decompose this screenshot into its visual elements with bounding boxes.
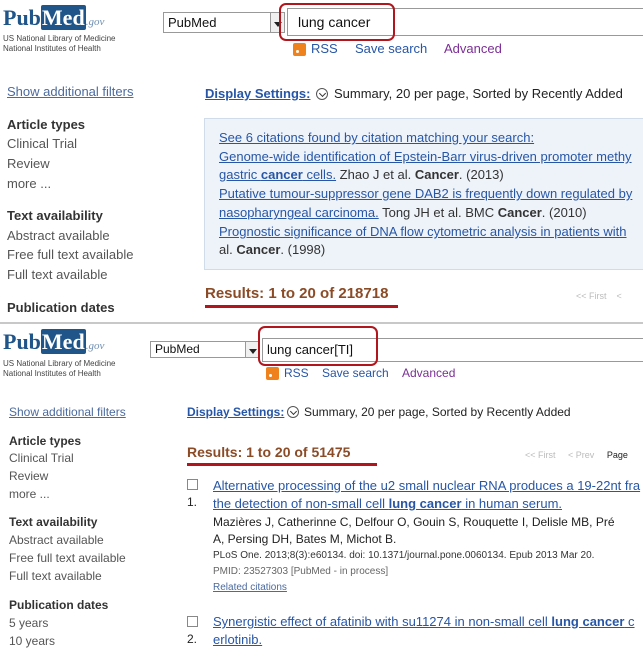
results-underline	[205, 305, 398, 308]
citation-3-title[interactable]: Prognostic significance of DNA flow cyto…	[219, 224, 627, 239]
pubmed-logo[interactable]: PubMed.gov	[3, 329, 104, 355]
result-1-title[interactable]: Alternative processing of the u2 small n…	[213, 478, 640, 493]
results-count: Results: 1 to 20 of 218718	[205, 285, 389, 302]
filter-more[interactable]: more ...	[9, 487, 50, 501]
result-number: 1.	[187, 495, 198, 509]
rss-icon[interactable]	[293, 43, 306, 56]
display-settings-summary: Summary, 20 per page, Sorted by Recently…	[334, 86, 623, 101]
chevron-down-icon	[245, 342, 259, 357]
publication-dates-heading: Publication dates	[9, 598, 109, 612]
filter-free-full-text[interactable]: Free full text available	[7, 247, 133, 262]
result-number: 2.	[187, 632, 198, 646]
result-1-related-citations[interactable]: Related citations	[213, 582, 287, 593]
advanced-link[interactable]: Advanced	[444, 41, 502, 56]
citation-matcher-header[interactable]: See 6 citations found by citation matchi…	[219, 130, 534, 145]
filter-clinical-trial[interactable]: Clinical Trial	[9, 451, 74, 465]
chevron-down-icon[interactable]	[316, 88, 328, 100]
save-search-link[interactable]: Save search	[355, 41, 427, 56]
nlm-caption: US National Library of Medicine National…	[3, 34, 116, 53]
search-highlight	[258, 326, 378, 366]
pager-first[interactable]: << First	[576, 291, 607, 301]
filter-review[interactable]: Review	[9, 469, 48, 483]
pager-first[interactable]: << First	[525, 450, 556, 460]
database-select[interactable]: PubMed	[150, 341, 260, 358]
text-availability-heading: Text availability	[9, 515, 98, 529]
citation-1-title[interactable]: Genome-wide identification of Epstein-Ba…	[219, 149, 632, 164]
citation-2-line2: nasopharyngeal carcinoma. Tong JH et al.…	[219, 205, 587, 220]
result-1-authors-line2: A, Persing DH, Bates M, Michot B.	[213, 532, 397, 546]
result-1-title-line2[interactable]: the detection of non-small cell lung can…	[213, 496, 562, 511]
citation-2-title[interactable]: Putative tumour-suppressor gene DAB2 is …	[219, 186, 632, 201]
rss-icon[interactable]	[266, 367, 279, 380]
database-select[interactable]: PubMed	[163, 12, 285, 33]
filter-free-full-text[interactable]: Free full text available	[9, 551, 126, 565]
display-settings-link[interactable]: Display Settings:	[187, 405, 284, 419]
bottom-screenshot: PubMed.gov US National Library of Medici…	[0, 324, 643, 656]
result-1-source: PLoS One. 2013;8(3):e60134. doi: 10.1371…	[213, 550, 595, 561]
filter-full-text[interactable]: Full text available	[9, 569, 102, 583]
save-search-link[interactable]: Save search	[322, 366, 389, 380]
display-settings-link[interactable]: Display Settings:	[205, 86, 310, 101]
advanced-link[interactable]: Advanced	[402, 366, 455, 380]
pager: << First < Prev Page	[525, 450, 628, 460]
article-types-heading: Article types	[9, 434, 82, 448]
filter-10-years[interactable]: 10 years	[9, 634, 55, 648]
results-count: Results: 1 to 20 of 51475	[187, 444, 351, 460]
filter-more[interactable]: more ...	[7, 176, 51, 191]
top-screenshot: PubMed.gov US National Library of Medici…	[0, 0, 643, 322]
result-1-pmid: PMID: 23527303 [PubMed - in process]	[213, 566, 389, 577]
show-additional-filters-link[interactable]: Show additional filters	[7, 84, 133, 99]
pager-prev[interactable]: < Prev	[568, 450, 594, 460]
search-highlight	[279, 3, 395, 41]
rss-link[interactable]: RSS	[284, 366, 309, 380]
results-underline	[187, 463, 377, 466]
filter-abstract-available[interactable]: Abstract available	[7, 228, 110, 243]
pager: << First <	[576, 291, 622, 301]
publication-dates-heading: Publication dates	[7, 300, 115, 315]
rss-link[interactable]: RSS	[311, 41, 338, 56]
filter-clinical-trial[interactable]: Clinical Trial	[7, 136, 77, 151]
filter-5-years[interactable]: 5 years	[9, 616, 48, 630]
filter-abstract-available[interactable]: Abstract available	[9, 533, 104, 547]
nlm-caption: US National Library of Medicine National…	[3, 359, 116, 378]
pager-page-label: Page	[606, 450, 628, 460]
result-2-title-line2[interactable]: erlotinib.	[213, 632, 262, 647]
result-1-authors: Mazières J, Catherinne C, Delfour O, Gou…	[213, 515, 615, 529]
result-2-title[interactable]: Synergistic effect of afatinib with su11…	[213, 614, 635, 629]
text-availability-heading: Text availability	[7, 208, 103, 223]
citation-3-line2: al. Cancer. (1998)	[219, 242, 326, 257]
filter-full-text[interactable]: Full text available	[7, 267, 107, 282]
show-additional-filters-link[interactable]: Show additional filters	[9, 405, 126, 419]
result-checkbox[interactable]	[187, 479, 198, 490]
display-settings-summary: Summary, 20 per page, Sorted by Recently…	[304, 405, 571, 419]
pubmed-logo[interactable]: PubMed.gov	[3, 5, 104, 31]
result-checkbox[interactable]	[187, 616, 198, 627]
citation-1-line2: gastric cancer cells. Zhao J et al. Canc…	[219, 167, 504, 182]
filter-review[interactable]: Review	[7, 156, 50, 171]
pager-prev[interactable]: <	[617, 291, 622, 301]
article-types-heading: Article types	[7, 117, 86, 132]
chevron-down-icon[interactable]	[287, 406, 299, 418]
